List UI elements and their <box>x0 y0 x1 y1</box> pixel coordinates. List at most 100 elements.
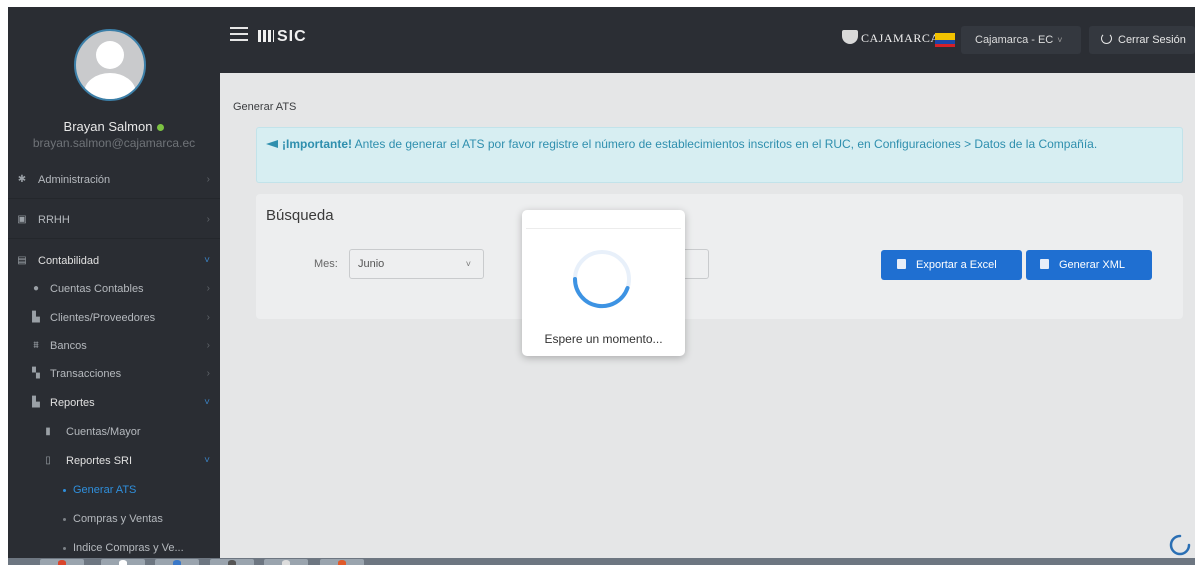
taskbar-app[interactable] <box>210 559 254 565</box>
sidebar-item-label: Reportes SRI <box>66 455 133 467</box>
chevron-right-icon: › <box>206 368 210 379</box>
sidebar-item-cuentas-mayor[interactable]: ▮ Cuentas/Mayor <box>8 418 220 446</box>
sidebar-item-label: Indice Compras y Ve... <box>73 542 184 554</box>
mes-select[interactable]: Junio ˅ <box>349 249 484 279</box>
generate-xml-label: Generar XML <box>1059 259 1126 271</box>
taskbar-app[interactable] <box>320 559 364 565</box>
chevron-down-icon: ˅ <box>1057 35 1063 45</box>
sidebar-item-clientes-proveedores[interactable]: ▙ Clientes/Proveedores › <box>8 304 220 332</box>
modal-message: Espere un momento... <box>544 332 663 346</box>
page-title: Generar ATS <box>233 101 297 113</box>
online-status-icon <box>157 124 165 132</box>
sidebar-item-label: Administración <box>38 174 111 186</box>
brand-text: CAJAMARCA <box>861 31 940 45</box>
sidebar: Brayan Salmon brayan.salmon@cajamarca.ec… <box>8 7 220 558</box>
export-excel-label: Exportar a Excel <box>916 259 997 271</box>
sidebar-item-bancos[interactable]: ⩩ Bancos › <box>8 332 220 360</box>
sidebar-item-contabilidad[interactable]: ▤ Contabilidad ˅ <box>8 247 220 275</box>
taskbar-app[interactable] <box>40 559 84 565</box>
chevron-right-icon: › <box>206 312 210 323</box>
sidebar-item-reportes[interactable]: ▙ Reportes ˅ <box>8 389 220 417</box>
loading-modal: Espere un momento... <box>522 210 685 356</box>
id-card-icon: ▣ <box>17 214 27 225</box>
exchange-icon: ▚ <box>32 368 40 379</box>
chevron-right-icon: › <box>206 174 210 185</box>
export-excel-button[interactable]: Exportar a Excel <box>881 250 1022 280</box>
avatar[interactable] <box>74 29 146 101</box>
sidebar-item-label: Compras y Ventas <box>73 513 163 525</box>
os-taskbar <box>8 558 1195 565</box>
chevron-down-icon: ˅ <box>465 259 471 269</box>
file-code-icon <box>1040 259 1049 269</box>
gear-icon: ✱ <box>17 174 27 185</box>
topbar: SIC CAJAMARCA Cajamarca - EC ˅ Cerrar Ses… <box>220 7 1195 73</box>
coins-icon: ● <box>32 283 40 294</box>
app-window: Brayan Salmon brayan.salmon@cajamarca.ec… <box>8 7 1195 558</box>
report-icon: ▙ <box>32 397 40 408</box>
chevron-right-icon: › <box>206 340 210 351</box>
sidebar-item-label: Cuentas/Mayor <box>66 426 141 438</box>
modal-divider <box>526 228 681 229</box>
chevron-right-icon: › <box>206 283 210 294</box>
taskbar-app[interactable] <box>155 559 199 565</box>
ecuador-flag-icon <box>935 33 955 47</box>
search-title: Búsqueda <box>266 207 334 224</box>
sidebar-item-label: Transacciones <box>50 368 122 380</box>
company-select[interactable]: Cajamarca - EC ˅ <box>961 26 1081 54</box>
loading-indicator-icon <box>1169 534 1191 556</box>
loading-spinner-icon <box>572 250 631 309</box>
chevron-right-icon: › <box>206 214 210 225</box>
taskbar-app[interactable] <box>101 559 145 565</box>
bank-icon: ⩩ <box>33 340 39 351</box>
sidebar-item-label: Cuentas Contables <box>50 283 144 295</box>
search-card: Búsqueda Mes: Junio ˅ Exportar a Excel Ge… <box>256 194 1183 319</box>
alert-strong: ¡Importante! <box>282 137 352 151</box>
taskbar-app[interactable] <box>264 559 308 565</box>
sidebar-item-compras-ventas[interactable]: Compras y Ventas <box>8 505 220 533</box>
avatar-body <box>84 73 136 99</box>
sidebar-item-label: Contabilidad <box>38 255 100 267</box>
sidebar-item-cuentas-contables[interactable]: ● Cuentas Contables › <box>8 275 220 303</box>
bullet-icon <box>63 547 66 550</box>
sidebar-item-reportes-sri[interactable]: ▯ Reportes SRI ˅ <box>8 447 220 475</box>
logout-label: Cerrar Sesión <box>1118 34 1186 46</box>
book-icon <box>258 30 274 42</box>
mes-select-value: Junio <box>358 258 385 270</box>
file-icon: ▯ <box>45 455 51 466</box>
user-email: brayan.salmon@cajamarca.ec <box>32 136 196 150</box>
main-content: Generar ATS ¡Importante! Antes de genera… <box>220 73 1195 558</box>
app-logo[interactable]: SIC <box>258 28 307 46</box>
user-name: Brayan Salmon <box>63 119 153 134</box>
file-excel-icon <box>897 259 906 269</box>
sidebar-item-transacciones[interactable]: ▚ Transacciones › <box>8 360 220 388</box>
calculator-icon: ▤ <box>17 255 27 266</box>
sidebar-item-label: Generar ATS <box>73 484 137 496</box>
power-icon <box>1101 33 1112 44</box>
bullet-icon <box>63 489 66 492</box>
important-alert: ¡Importante! Antes de generar el ATS por… <box>256 127 1183 183</box>
users-icon: ▙ <box>32 312 40 323</box>
sidebar-item-rrhh[interactable]: ▣ RRHH › <box>8 206 220 234</box>
logo-text: SIC <box>277 28 307 45</box>
sidebar-item-label: Clientes/Proveedores <box>50 312 156 324</box>
sidebar-item-label: RRHH <box>38 214 70 226</box>
chevron-down-icon: ˅ <box>204 455 210 466</box>
menu-icon[interactable] <box>230 27 248 41</box>
mes-label: Mes: <box>314 258 338 270</box>
divider <box>8 198 220 199</box>
chevron-down-icon: ˅ <box>204 397 210 408</box>
generate-xml-button[interactable]: Generar XML <box>1026 250 1152 280</box>
alert-text: Antes de generar el ATS por favor regist… <box>352 137 1098 151</box>
sidebar-item-generar-ats[interactable]: Generar ATS <box>8 476 220 504</box>
sidebar-item-administracion[interactable]: ✱ Administración › <box>8 166 220 194</box>
bullet-icon <box>63 518 66 521</box>
user-name-row: Brayan Salmon <box>8 119 220 134</box>
logout-button[interactable]: Cerrar Sesión <box>1089 26 1195 54</box>
company-select-value: Cajamarca - EC <box>975 34 1054 46</box>
shield-icon <box>842 30 858 44</box>
divider <box>8 238 220 239</box>
sidebar-item-indice-compras[interactable]: Indice Compras y Ve... <box>8 534 220 558</box>
company-brand: CAJAMARCA <box>842 30 940 46</box>
sidebar-item-label: Bancos <box>50 340 87 352</box>
megaphone-icon <box>266 138 280 149</box>
